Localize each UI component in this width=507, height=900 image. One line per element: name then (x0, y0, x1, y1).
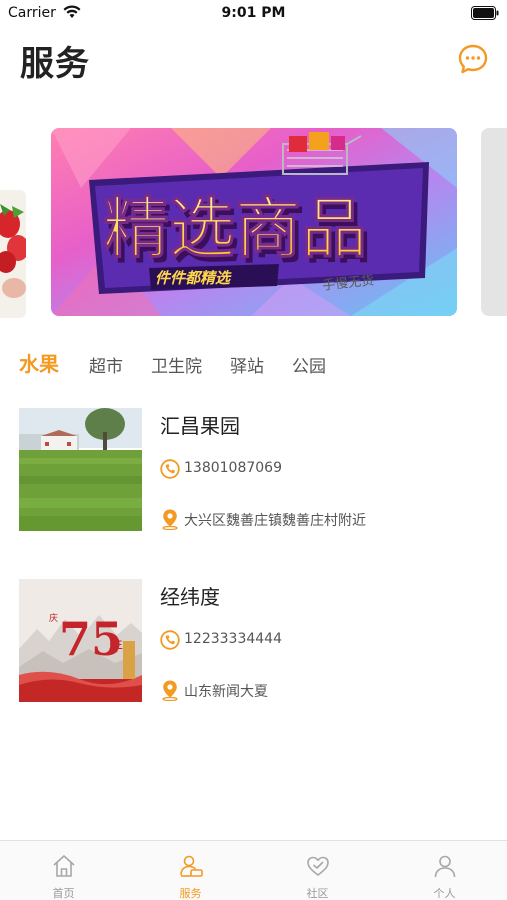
home-icon (52, 855, 75, 877)
tabbar-home-label: 首页 (52, 887, 75, 900)
clock: 9:01 PM (221, 5, 286, 21)
strawberries-image (0, 190, 26, 318)
tab-fruit[interactable]: 水果 (19, 348, 59, 377)
store-name: 汇昌果园 (160, 414, 240, 438)
location-pin-icon (162, 680, 178, 701)
banner-tagline: 件件都精选 (155, 270, 232, 287)
store-photo: 75 年 庆 (19, 579, 142, 702)
tabbar-service-label: 服务 (179, 887, 202, 900)
svg-text:年: 年 (109, 639, 123, 655)
tab-supermarket[interactable]: 超市 (89, 352, 123, 377)
list-item[interactable]: 汇昌果园 13801087069 大兴区魏善庄镇魏善庄村附近 (0, 408, 507, 532)
store-photo (19, 408, 142, 531)
tabbar-profile-label: 个人 (433, 887, 456, 900)
tabbar-community-label: 社区 (306, 887, 329, 900)
person-icon (434, 855, 455, 878)
store-name: 经纬度 (160, 585, 220, 609)
list-item[interactable]: 75 年 庆 经纬度 12233334444 山东新闻大夏 (0, 579, 507, 703)
address-text: 山东新闻大夏 (184, 684, 268, 700)
promo-banner-graphic: 精选商品 精选商品 件件都精选 (51, 128, 457, 316)
banner-next-slide[interactable] (481, 128, 507, 316)
status-bar: Carrier 9:01 PM (0, 0, 507, 28)
tabbar-profile[interactable]: 个人 (381, 841, 507, 900)
service-icon (179, 855, 203, 877)
location-pin-icon (162, 509, 178, 530)
chat-bubble-icon[interactable] (456, 42, 490, 76)
tab-park[interactable]: 公园 (292, 352, 326, 377)
banner-headline: 精选商品 (103, 191, 367, 265)
tabbar-community[interactable]: 社区 (254, 841, 381, 900)
promo-banner[interactable]: 精选商品 精选商品 件件都精选 手慢无货 (51, 128, 457, 316)
phone-number: 12233334444 (184, 631, 282, 647)
svg-text:庆: 庆 (49, 612, 58, 624)
banner-previous-slide[interactable] (0, 190, 26, 318)
phone-icon (160, 630, 180, 650)
tabbar-home[interactable]: 首页 (0, 841, 127, 900)
phone-icon (160, 459, 180, 479)
phone-number: 13801087069 (184, 460, 282, 476)
address-text: 大兴区魏善庄镇魏善庄村附近 (184, 513, 366, 529)
tabbar-service[interactable]: 服务 (127, 841, 254, 900)
tab-station[interactable]: 驿站 (230, 352, 264, 377)
battery-icon (471, 6, 499, 20)
bottom-tab-bar: 首页 服务 社区 个人 (0, 840, 507, 900)
page-title: 服务 (20, 44, 90, 84)
category-tabs: 水果 超市 卫生院 驿站 公园 (0, 346, 507, 382)
tab-clinic[interactable]: 卫生院 (151, 352, 202, 377)
community-heart-icon (306, 856, 329, 876)
